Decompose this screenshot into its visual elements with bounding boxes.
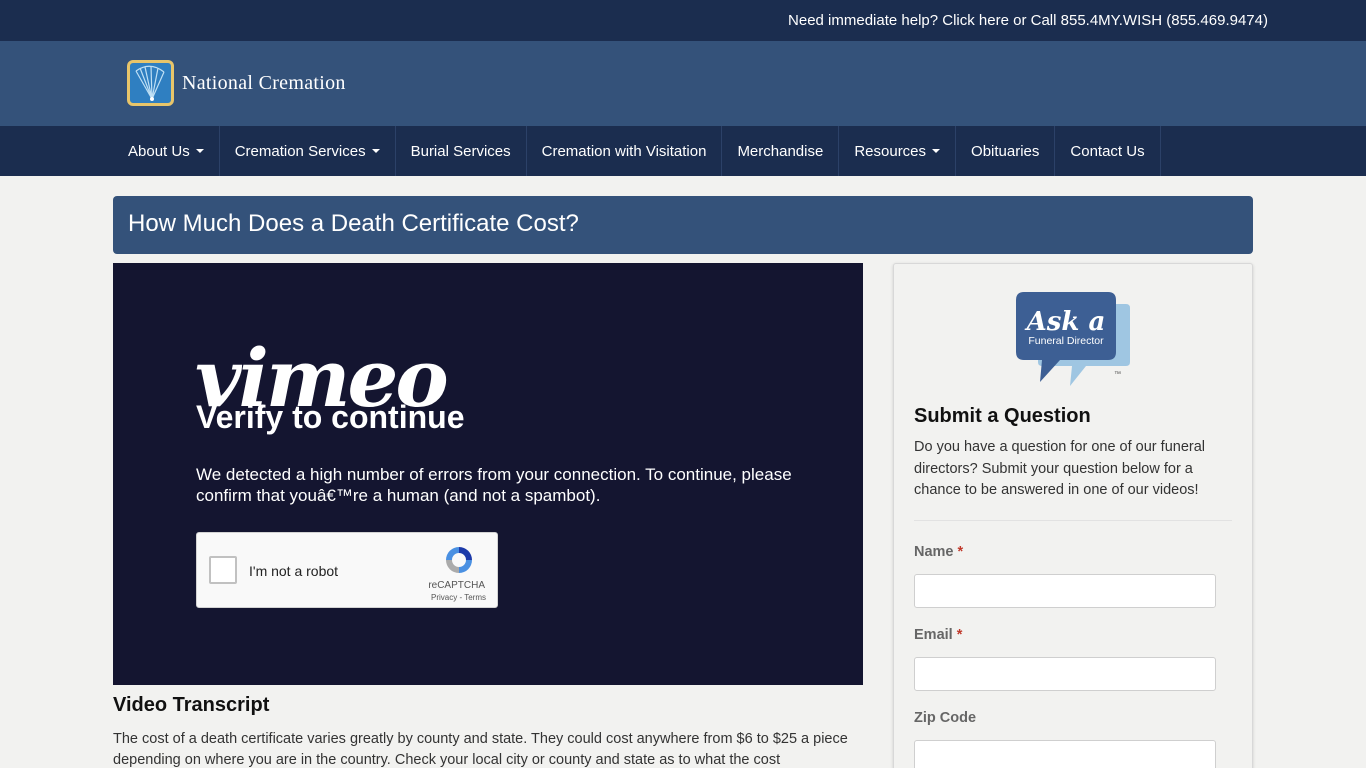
nav-item-label: About Us [128, 142, 190, 160]
recaptcha-links[interactable]: Privacy - Terms [431, 593, 486, 602]
nav-item-label: Cremation Services [234, 142, 366, 160]
brand-bar: National Cremation [0, 41, 1366, 126]
nav-item-label: Burial Services [410, 142, 511, 160]
recaptcha-widget: I'm not a robot reCAPTCHA Privacy - Term… [196, 532, 498, 608]
nav-item-label: Obituaries [971, 142, 1040, 160]
nav-item-label: Contact Us [1070, 142, 1145, 160]
recaptcha-icon [442, 543, 476, 582]
recaptcha-brand: reCAPTCHA [428, 580, 485, 591]
caret-down-icon [371, 149, 380, 153]
vimeo-embed[interactable]: vimeo Verify to continue We detected a h… [113, 263, 863, 685]
site-logo[interactable]: National Cremation [127, 60, 346, 106]
page-title: How Much Does a Death Certificate Cost? [128, 210, 579, 237]
email-label: Email * [914, 627, 963, 643]
verify-heading: Verify to continue [196, 399, 465, 435]
help-call-link[interactable]: Need immediate help? Click here or Call … [788, 12, 1268, 29]
transcript-body: The cost of a death certificate varies g… [113, 731, 848, 768]
transcript-heading: Video Transcript [113, 694, 270, 716]
divider [914, 520, 1232, 521]
page-title-bar: How Much Does a Death Certificate Cost? [113, 196, 1253, 254]
nav-item-label: Cremation with Visitation [541, 142, 707, 160]
nav-menu: About Us Cremation Services Burial Service… [113, 126, 1161, 176]
ask-question-panel: Ask a Funeral Director ™ Submit a Questi… [893, 263, 1253, 768]
nav-item-cremation-services[interactable]: Cremation Services [220, 126, 396, 176]
nav-item-obituaries[interactable]: Obituaries [956, 126, 1056, 176]
top-bar: Need immediate help? Click here or Call … [0, 0, 1366, 41]
name-label: Name * [914, 544, 964, 560]
nav-item-label: Resources [854, 142, 927, 160]
nav-item-resources[interactable]: Resources [839, 126, 957, 176]
name-field[interactable] [914, 574, 1216, 608]
zip-code-label: Zip Code [914, 710, 977, 726]
nav-item-cremation-with-visitation[interactable]: Cremation with Visitation [527, 126, 723, 176]
verify-message: We detected a high number of errors from… [196, 465, 792, 505]
nav-item-burial-services[interactable]: Burial Services [396, 126, 527, 176]
nav-item-label: Merchandise [737, 142, 824, 160]
email-field[interactable] [914, 657, 1216, 691]
fan-logo-icon [127, 60, 174, 106]
zip-code-field[interactable] [914, 740, 1216, 768]
caret-down-icon [932, 149, 941, 153]
ask-logo-line1: Ask a [1024, 307, 1106, 337]
recaptcha-label: I'm not a robot [249, 563, 339, 579]
nav-item-merchandise[interactable]: Merchandise [722, 126, 840, 176]
nav-item-contact-us[interactable]: Contact Us [1055, 126, 1161, 176]
submit-question-description: Do you have a question for one of our fu… [914, 439, 1205, 498]
ask-logo-tm: ™ [1114, 371, 1121, 378]
caret-down-icon [195, 149, 204, 153]
recaptcha-checkbox[interactable] [209, 556, 237, 584]
submit-question-title: Submit a Question [914, 405, 1091, 427]
nav-item-about-us[interactable]: About Us [113, 126, 220, 176]
main-nav: About Us Cremation Services Burial Service… [0, 126, 1366, 176]
ask-logo-line2: Funeral Director [1028, 335, 1104, 347]
brand-name: National Cremation [182, 71, 346, 94]
ask-funeral-director-logo: Ask a Funeral Director ™ [1016, 290, 1132, 405]
